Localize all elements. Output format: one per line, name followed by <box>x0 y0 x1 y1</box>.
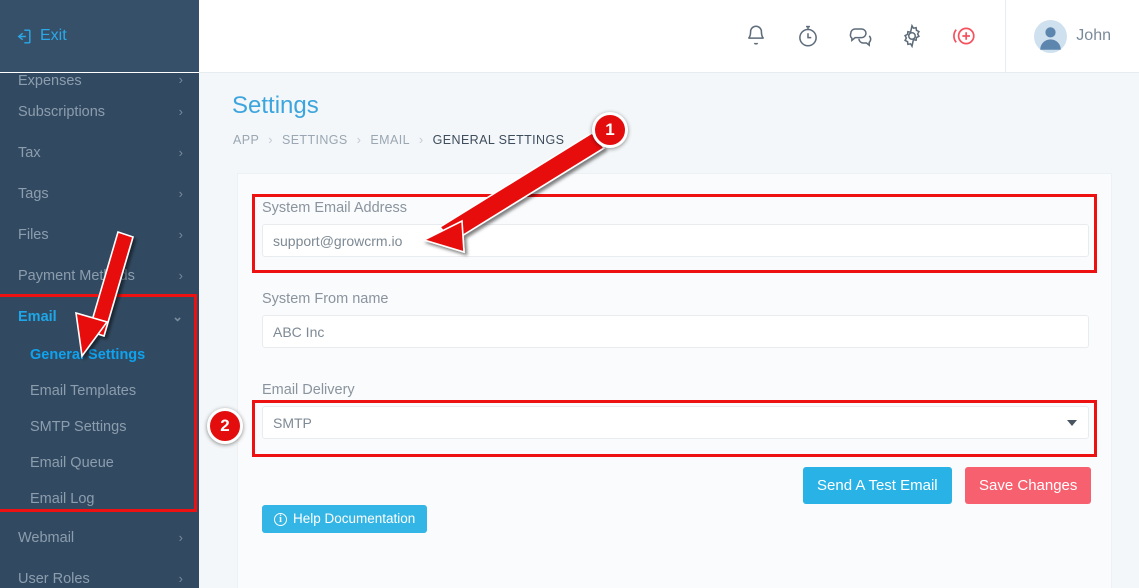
sidebar-subitem-label: SMTP Settings <box>30 419 126 435</box>
sidebar-item-tax[interactable]: Tax › <box>0 132 199 173</box>
sidebar-item-label: Subscriptions <box>18 104 105 120</box>
sidebar-item-files[interactable]: Files › <box>0 214 199 255</box>
system-email-label: System Email Address <box>262 200 1089 216</box>
quick-add-icon[interactable] <box>951 23 977 49</box>
sidebar-subitem-label: Email Templates <box>30 383 136 399</box>
chat-icon[interactable] <box>847 23 873 49</box>
sidebar-item-payment-methods[interactable]: Payment Methods › <box>0 255 199 296</box>
sidebar-item-label: Payment Methods <box>18 268 135 284</box>
breadcrumb-separator-icon: › <box>419 132 424 147</box>
field-system-from-name: System From name <box>262 291 1089 348</box>
sidebar-subitem-general-settings[interactable]: General Settings <box>0 337 199 373</box>
sidebar-item-subscriptions[interactable]: Subscriptions › <box>0 91 199 132</box>
sidebar-item-label: Tags <box>18 186 49 202</box>
sidebar-nav: Expenses›Subscriptions›Tax›Tags›Files›Pa… <box>0 73 199 588</box>
exit-label: Exit <box>40 27 67 45</box>
sidebar-subitem-label: General Settings <box>30 347 145 363</box>
sidebar-subitem-email-templates[interactable]: Email Templates <box>0 373 199 409</box>
chevron-right-icon: › <box>179 73 183 86</box>
field-email-delivery: Email Delivery <box>262 382 1089 439</box>
sidebar-subitem-email-queue[interactable]: Email Queue <box>0 445 199 481</box>
main-content: Settings APP › SETTINGS › EMAIL › GENERAL SETT… <box>199 73 1139 588</box>
annotation-badge-2: 2 <box>207 408 243 444</box>
chevron-right-icon: › <box>179 531 183 544</box>
user-menu[interactable]: John <box>1005 0 1139 72</box>
sidebar-item-label: User Roles <box>18 571 90 587</box>
sidebar-subitem-label: Email Log <box>30 491 94 507</box>
sidebar-subitem-smtp-settings[interactable]: SMTP Settings <box>0 409 199 445</box>
system-email-input[interactable] <box>262 224 1089 257</box>
sidebar-item-tags[interactable]: Tags › <box>0 173 199 214</box>
gear-icon[interactable] <box>899 23 925 49</box>
system-from-name-label: System From name <box>262 291 1089 307</box>
chevron-right-icon: › <box>179 187 183 200</box>
chevron-right-icon: › <box>179 146 183 159</box>
bell-icon[interactable] <box>743 23 769 49</box>
exit-icon <box>14 27 33 46</box>
chevron-right-icon: › <box>179 269 183 282</box>
email-delivery-select[interactable] <box>262 406 1089 439</box>
settings-card: System Email Address System From name Em… <box>237 173 1112 588</box>
sidebar-item-label: Email <box>18 309 57 325</box>
sidebar-item-webmail[interactable]: Webmail › <box>0 517 199 558</box>
help-documentation-label: Help Documentation <box>293 505 415 533</box>
sidebar: Exit Expenses›Subscriptions›Tax›Tags›Fil… <box>0 0 199 588</box>
chevron-right-icon: › <box>179 105 183 118</box>
breadcrumb-item-app[interactable]: APP <box>233 133 259 147</box>
breadcrumb-separator-icon: › <box>268 132 273 147</box>
breadcrumb: APP › SETTINGS › EMAIL › GENERAL SETTINGS <box>233 132 564 147</box>
sidebar-item-label: Expenses <box>18 73 82 89</box>
breadcrumb-separator-icon: › <box>357 132 362 147</box>
system-from-name-input[interactable] <box>262 315 1089 348</box>
sidebar-subitem-label: Email Queue <box>30 455 114 471</box>
breadcrumb-item-email[interactable]: EMAIL <box>370 133 410 147</box>
annotation-badge-1: 1 <box>592 112 628 148</box>
sidebar-item-email[interactable]: Email ⌄ <box>0 296 199 337</box>
email-delivery-label: Email Delivery <box>262 382 1089 398</box>
chevron-right-icon: › <box>179 572 183 585</box>
sidebar-item-label: Files <box>18 227 49 243</box>
avatar <box>1034 20 1067 53</box>
breadcrumb-item-general-settings: GENERAL SETTINGS <box>433 133 565 147</box>
timer-icon[interactable] <box>795 23 821 49</box>
top-bar-icon-group <box>743 23 1005 49</box>
field-system-email: System Email Address <box>262 200 1089 257</box>
breadcrumb-item-settings[interactable]: SETTINGS <box>282 133 348 147</box>
page-title: Settings <box>232 92 319 120</box>
help-documentation-button[interactable]: i Help Documentation <box>262 505 427 533</box>
sidebar-item-user-roles[interactable]: User Roles › <box>0 558 199 588</box>
top-bar: John <box>199 0 1139 73</box>
sidebar-item-label: Tax <box>18 145 41 161</box>
info-icon: i <box>274 513 287 526</box>
save-changes-button[interactable]: Save Changes <box>965 467 1091 504</box>
sidebar-header: Exit <box>0 0 199 73</box>
sidebar-subitem-email-log[interactable]: Email Log <box>0 481 199 517</box>
sidebar-item-label: Webmail <box>18 530 74 546</box>
send-test-email-button[interactable]: Send A Test Email <box>803 467 952 504</box>
chevron-right-icon: › <box>179 228 183 241</box>
email-delivery-select-wrap <box>262 406 1089 439</box>
sidebar-item-expenses[interactable]: Expenses › <box>0 73 199 91</box>
app-root: Exit Expenses›Subscriptions›Tax›Tags›Fil… <box>0 0 1139 588</box>
chevron-down-icon: ⌄ <box>172 310 183 323</box>
exit-button[interactable]: Exit <box>14 27 67 46</box>
user-name: John <box>1076 27 1111 45</box>
